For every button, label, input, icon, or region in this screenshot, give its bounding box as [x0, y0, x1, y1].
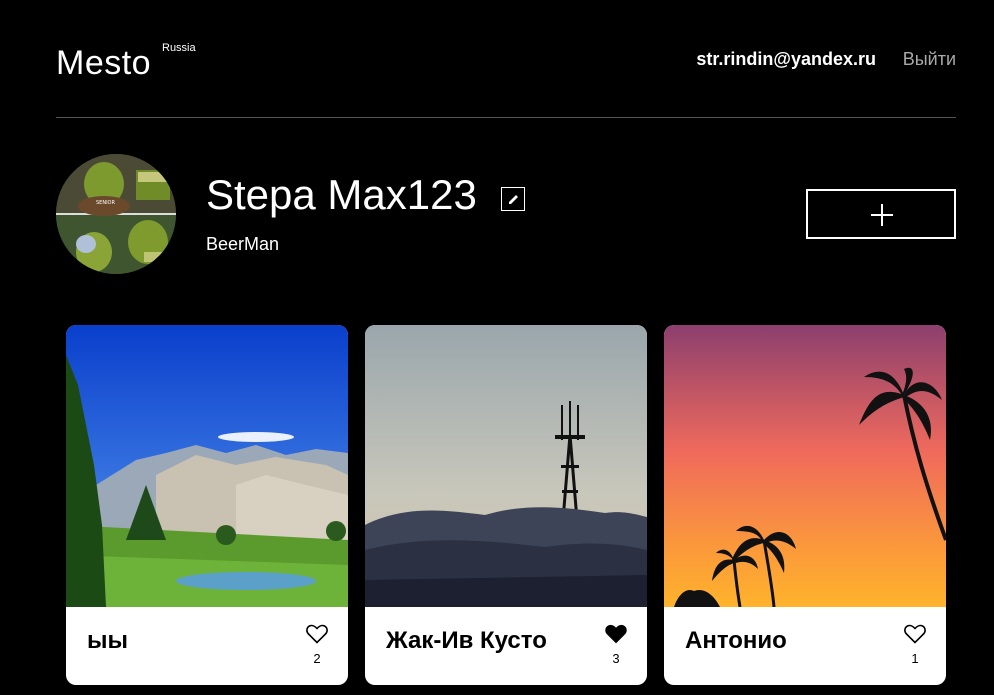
- card-image[interactable]: [66, 325, 348, 607]
- card-image-tower: [365, 325, 647, 607]
- user-email: str.rindin@yandex.ru: [696, 49, 876, 69]
- edit-profile-button[interactable]: [501, 187, 525, 211]
- avatar[interactable]: SENIOR: [56, 154, 176, 274]
- card-image-palms: [664, 325, 946, 607]
- header: Mesto Russia str.rindin@yandex.ru Выйти: [56, 0, 956, 118]
- logo-superscript: Russia: [162, 42, 196, 54]
- heart-icon[interactable]: [306, 624, 328, 644]
- card-image[interactable]: [664, 325, 946, 607]
- heart-filled-icon[interactable]: [605, 624, 627, 644]
- page: Mesto Russia str.rindin@yandex.ru Выйти …: [0, 0, 994, 695]
- like-count: 3: [612, 651, 620, 666]
- profile-about: BeerMan: [206, 234, 280, 254]
- card-title: ыы: [87, 627, 128, 654]
- profile-name: Stepa Max123: [206, 171, 477, 218]
- svg-text:SENIOR: SENIOR: [96, 200, 115, 206]
- card: Антонио 1: [664, 325, 946, 685]
- avatar-image: SENIOR: [56, 154, 176, 274]
- add-card-button[interactable]: [806, 189, 956, 239]
- like-count: 2: [313, 651, 321, 666]
- card-title: Антонио: [685, 627, 787, 654]
- logo: Mesto: [56, 44, 152, 82]
- card-image[interactable]: [365, 325, 647, 607]
- plus-icon: [871, 204, 893, 226]
- card-title: Жак-Ив Кусто: [386, 627, 547, 654]
- pencil-icon: [509, 195, 518, 204]
- card: Жак-Ив Кусто 3: [365, 325, 647, 685]
- card: ыы 2: [66, 325, 348, 685]
- logout-link[interactable]: Выйти: [903, 49, 956, 70]
- heart-icon[interactable]: [904, 624, 926, 644]
- like-count: 1: [911, 651, 919, 666]
- card-image-mountains: [66, 325, 348, 607]
